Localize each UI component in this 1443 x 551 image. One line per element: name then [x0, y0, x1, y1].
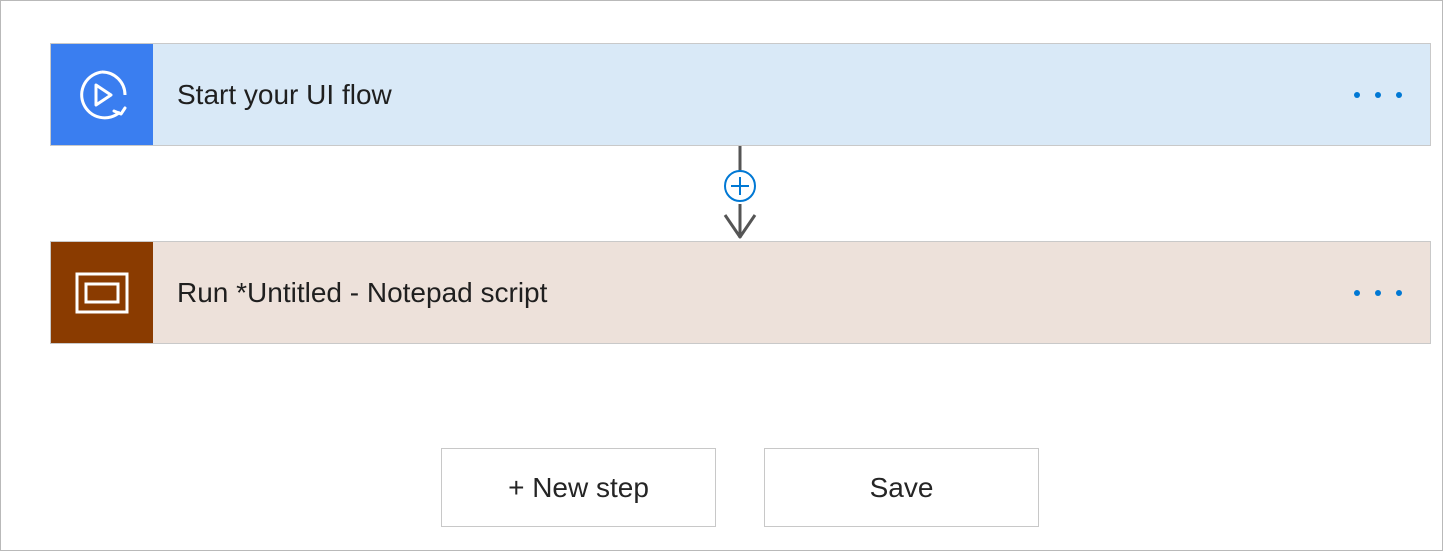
play-refresh-icon [80, 70, 127, 119]
more-options-button[interactable] [1348, 75, 1408, 115]
plus-circle-icon[interactable] [724, 170, 756, 202]
step-connector [723, 146, 757, 239]
ellipsis-icon [1354, 289, 1402, 296]
step-icon-container [51, 44, 153, 145]
step-icon-container [51, 242, 153, 343]
ellipsis-icon [1354, 91, 1402, 98]
new-step-button[interactable]: + New step [441, 448, 716, 527]
step-card-run-script[interactable]: Run *Untitled - Notepad script [50, 241, 1431, 344]
step-card-start-ui-flow[interactable]: Start your UI flow [50, 43, 1431, 146]
more-options-button[interactable] [1348, 273, 1408, 313]
step-title: Run *Untitled - Notepad script [177, 276, 548, 308]
save-button[interactable]: Save [764, 448, 1039, 527]
flow-designer-canvas: Start your UI flow Run *Untitled - Notep… [0, 0, 1443, 551]
window-screen-icon [75, 272, 129, 313]
step-title: Start your UI flow [177, 78, 392, 110]
